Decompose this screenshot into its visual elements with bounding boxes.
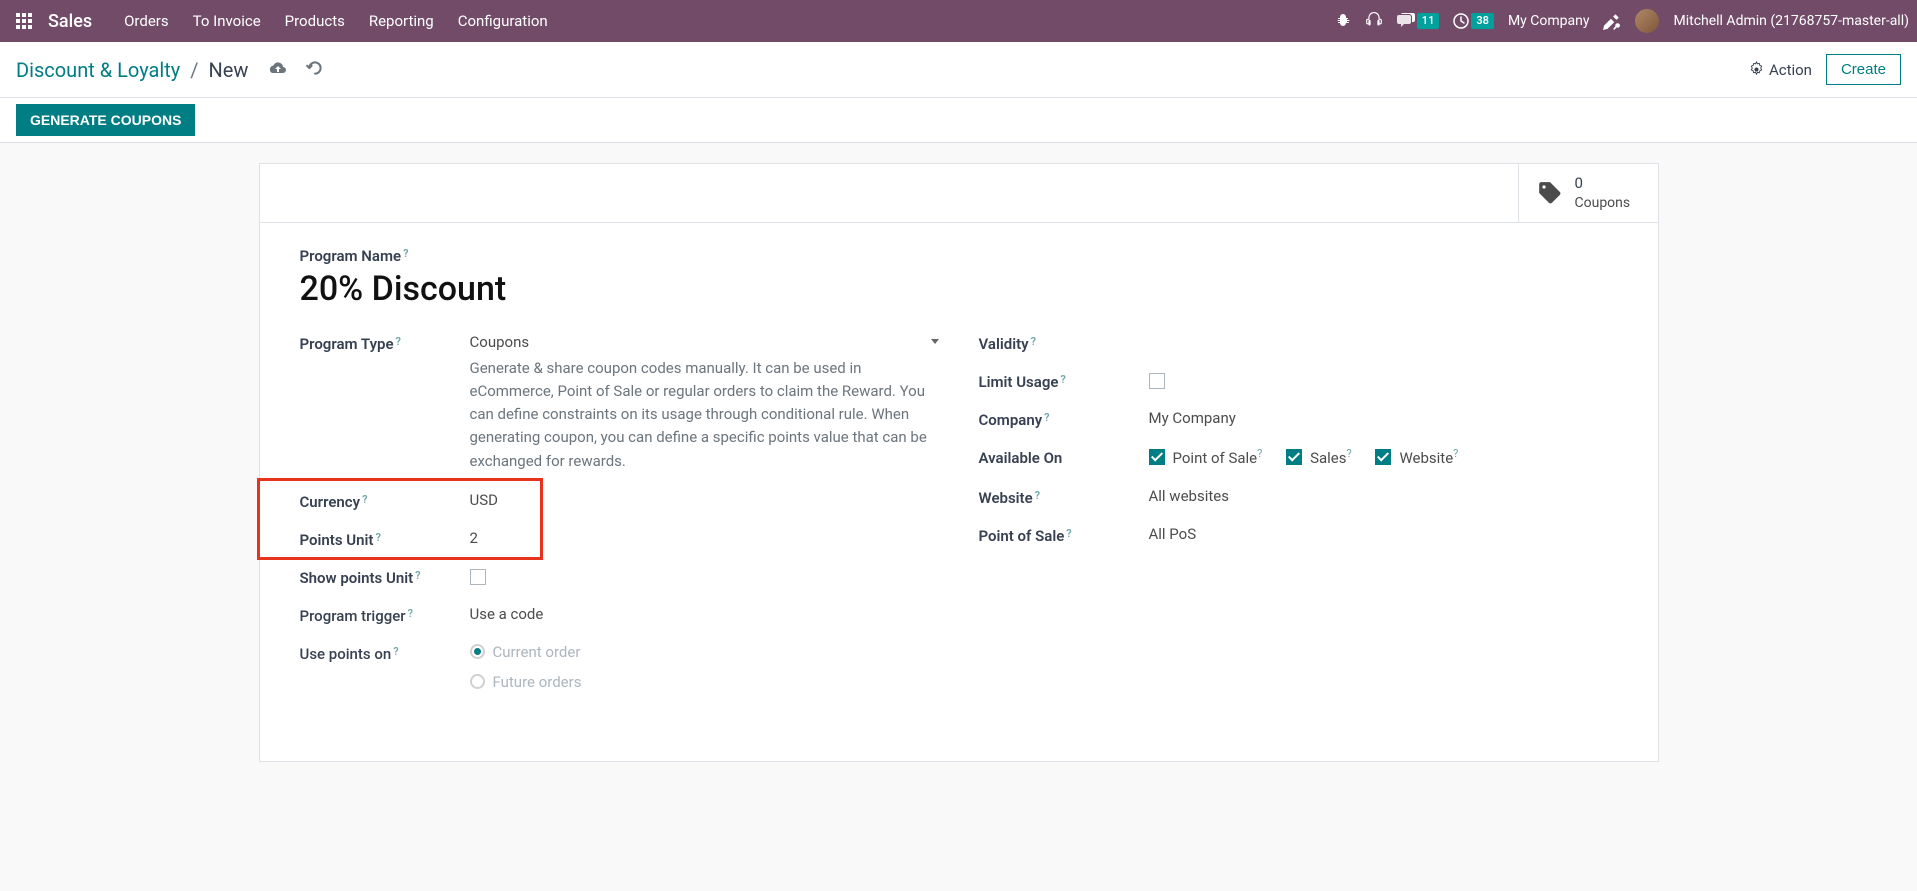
radio-icon — [470, 644, 485, 659]
website-checkbox[interactable] — [1375, 449, 1391, 465]
sales-cb-label: Sales? — [1310, 447, 1352, 467]
radio-icon — [470, 674, 485, 689]
pos-field-label: Point of Sale? — [979, 527, 1072, 545]
help-icon[interactable]: ? — [415, 569, 420, 582]
limit-usage-label: Limit Usage? — [979, 373, 1066, 391]
program-name-input[interactable]: 20% Discount — [300, 269, 1618, 309]
help-icon[interactable]: ? — [408, 607, 413, 620]
coupons-count: 0 — [1575, 174, 1631, 194]
help-icon[interactable]: ? — [375, 531, 380, 544]
breadcrumb-bar: Discount & Loyalty / New Action Create — [0, 42, 1917, 98]
help-icon[interactable]: ? — [1347, 447, 1352, 460]
nav-menu: Orders To Invoice Products Reporting Con… — [124, 12, 548, 30]
activities-icon[interactable]: 38 — [1453, 13, 1494, 29]
coupons-label: Coupons — [1575, 194, 1631, 212]
activities-badge: 38 — [1471, 13, 1494, 29]
tools-icon[interactable] — [1603, 12, 1621, 30]
breadcrumb-parent[interactable]: Discount & Loyalty — [16, 58, 180, 82]
coupons-stat-button[interactable]: 0 Coupons — [1518, 164, 1658, 222]
pos-checkbox[interactable] — [1149, 449, 1165, 465]
program-type-help: Generate & share coupon codes manually. … — [470, 357, 939, 473]
website-field[interactable]: All websites — [1149, 487, 1618, 505]
button-box: 0 Coupons — [260, 164, 1658, 223]
use-points-label: Use points on? — [300, 645, 399, 663]
breadcrumb-current: New — [209, 58, 249, 82]
chevron-down-icon — [931, 339, 939, 344]
help-icon[interactable]: ? — [362, 493, 367, 506]
validity-label: Validity? — [979, 335, 1037, 353]
breadcrumb-separator: / — [190, 58, 198, 82]
show-points-checkbox[interactable] — [470, 569, 486, 585]
nav-orders[interactable]: Orders — [124, 12, 169, 30]
action-menu[interactable]: Action — [1749, 61, 1812, 79]
help-icon[interactable]: ? — [1066, 527, 1071, 540]
user-label[interactable]: Mitchell Admin (21768757-master-all) — [1673, 13, 1909, 29]
create-button[interactable]: Create — [1826, 54, 1901, 85]
help-icon[interactable]: ? — [1453, 447, 1458, 460]
form-sheet: 0 Coupons Program Name? 20% Discount Pro… — [259, 163, 1659, 762]
use-points-future-radio[interactable]: Future orders — [470, 673, 939, 691]
nav-to-invoice[interactable]: To Invoice — [193, 12, 261, 30]
help-icon[interactable]: ? — [393, 645, 398, 658]
messages-icon[interactable]: 11 — [1397, 13, 1440, 29]
show-points-label: Show points Unit? — [300, 569, 421, 587]
help-icon[interactable]: ? — [403, 247, 408, 260]
support-icon[interactable] — [1365, 12, 1383, 30]
debug-icon[interactable] — [1335, 13, 1351, 29]
help-icon[interactable]: ? — [1257, 447, 1262, 460]
pos-cb-label: Point of Sale? — [1173, 447, 1263, 467]
limit-usage-checkbox[interactable] — [1149, 373, 1165, 389]
help-icon[interactable]: ? — [1031, 335, 1036, 348]
app-brand[interactable]: Sales — [48, 11, 92, 32]
currency-field[interactable]: USD — [470, 491, 939, 509]
company-switcher[interactable]: My Company — [1508, 13, 1590, 29]
program-name-label: Program Name? — [300, 247, 409, 265]
main-navbar: Sales Orders To Invoice Products Reporti… — [0, 0, 1917, 42]
help-icon[interactable]: ? — [396, 335, 401, 348]
nav-reporting[interactable]: Reporting — [369, 12, 434, 30]
company-label: Company? — [979, 411, 1050, 429]
program-trigger-label: Program trigger? — [300, 607, 413, 625]
messages-badge: 11 — [1417, 13, 1440, 29]
right-column: Validity? Limit Usage? — [979, 333, 1618, 721]
left-column: Program Type? Coupons Generate & share c… — [300, 333, 939, 721]
company-field[interactable]: My Company — [1149, 409, 1618, 427]
help-icon[interactable]: ? — [1044, 411, 1049, 424]
sales-checkbox[interactable] — [1286, 449, 1302, 465]
use-points-current-radio[interactable]: Current order — [470, 643, 939, 661]
website-cb-label: Website? — [1399, 447, 1458, 467]
help-icon[interactable]: ? — [1035, 489, 1040, 502]
website-field-label: Website? — [979, 489, 1041, 507]
apps-menu-icon[interactable] — [8, 5, 40, 37]
help-icon[interactable]: ? — [1060, 373, 1065, 386]
user-avatar[interactable] — [1635, 9, 1659, 33]
status-bar: GENERATE COUPONS — [0, 98, 1917, 143]
program-type-select[interactable]: Coupons — [470, 333, 939, 351]
available-on-label: Available On — [979, 449, 1063, 467]
tag-icon — [1537, 180, 1563, 206]
currency-label: Currency? — [300, 493, 368, 511]
nav-configuration[interactable]: Configuration — [458, 12, 548, 30]
generate-coupons-button[interactable]: GENERATE COUPONS — [16, 104, 195, 136]
nav-products[interactable]: Products — [285, 12, 345, 30]
pos-field[interactable]: All PoS — [1149, 525, 1618, 543]
program-type-label: Program Type? — [300, 335, 401, 353]
cloud-save-icon[interactable] — [268, 58, 288, 82]
points-unit-field[interactable]: 2 — [470, 529, 939, 547]
discard-icon[interactable] — [306, 58, 324, 82]
points-unit-label: Points Unit? — [300, 531, 381, 549]
program-trigger-value: Use a code — [470, 605, 939, 623]
